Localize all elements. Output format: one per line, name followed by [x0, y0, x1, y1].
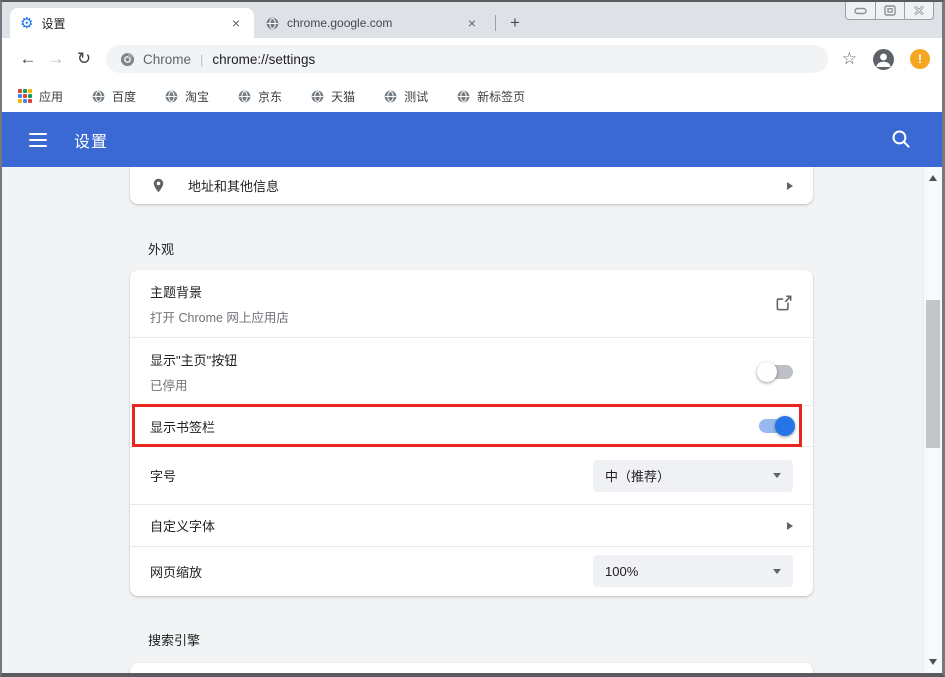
bookmark-apps[interactable]: 应用 — [18, 88, 63, 105]
bookmark-label: 新标签页 — [477, 88, 525, 105]
new-tab-button[interactable]: + — [503, 11, 527, 35]
scrollbar[interactable] — [923, 167, 942, 673]
bookmark-item[interactable]: 京东 — [238, 88, 282, 105]
highlight-box — [132, 404, 802, 447]
globe-icon — [311, 90, 324, 103]
address-bar[interactable]: Chrome | chrome://settings — [106, 45, 828, 73]
gear-icon: ⚙ — [20, 16, 33, 31]
update-alert-badge[interactable]: ! — [910, 49, 930, 69]
font-size-select[interactable]: 中（推荐） — [593, 460, 793, 492]
tab-chrome-google-com[interactable]: chrome.google.com × — [256, 8, 490, 38]
toolbar-right: ☆ ! — [842, 49, 930, 70]
tab-title: 设置 — [41, 15, 228, 32]
globe-icon — [92, 90, 105, 103]
close-icon[interactable]: × — [464, 15, 480, 31]
menu-icon[interactable] — [29, 133, 47, 147]
section-title-search-engine: 搜索引擎 — [148, 630, 200, 649]
row-customize-fonts[interactable]: 自定义字体 — [130, 505, 813, 547]
scroll-down-icon[interactable] — [929, 659, 937, 665]
select-value: 100% — [605, 564, 638, 579]
toggle-show-bookmarks-bar[interactable] — [759, 419, 793, 433]
row-sublabel: 打开 Chrome 网上应用店 — [150, 307, 289, 326]
settings-header: 设置 — [2, 112, 942, 167]
reload-button[interactable]: ↻ — [70, 45, 98, 73]
row-label: 网页缩放 — [150, 562, 202, 581]
row-label: 主题背景 — [150, 282, 289, 301]
apps-grid-icon — [18, 89, 32, 103]
row-label: 字号 — [150, 466, 176, 485]
close-button[interactable] — [904, 2, 933, 19]
bookmark-label: 百度 — [112, 88, 136, 105]
caret-down-icon — [773, 473, 781, 478]
row-label: 显示书签栏 — [150, 417, 215, 436]
person-icon — [873, 49, 894, 70]
back-button[interactable]: ← — [14, 45, 42, 73]
globe-icon — [384, 90, 397, 103]
toggle-show-home-button[interactable] — [759, 365, 793, 379]
tab-title: chrome.google.com — [287, 16, 464, 30]
minimize-icon — [854, 7, 867, 15]
row-page-zoom: 网页缩放 100% — [130, 547, 813, 595]
row-label: 显示"主页"按钮 — [150, 350, 237, 369]
caret-down-icon — [773, 569, 781, 574]
addresses-card: 地址和其他信息 — [130, 167, 813, 204]
window-controls — [845, 2, 934, 20]
row-show-home-button[interactable]: 显示"主页"按钮 已停用 — [130, 338, 813, 406]
row-font-size: 字号 中（推荐） — [130, 447, 813, 505]
maximize-button[interactable] — [875, 2, 904, 19]
scrollbar-thumb[interactable] — [926, 300, 940, 448]
url-separator: | — [200, 52, 203, 67]
globe-icon — [266, 17, 279, 30]
tab-separator — [495, 15, 496, 31]
bookmarks-bar: 应用 百度 淘宝 京东 天猫 测试 新标签页 — [2, 80, 942, 112]
bookmark-item[interactable]: 百度 — [92, 88, 136, 105]
bookmark-item[interactable]: 新标签页 — [457, 88, 525, 105]
location-pin-icon — [150, 177, 167, 194]
tab-settings[interactable]: ⚙ 设置 × — [10, 8, 254, 38]
chevron-right-icon — [787, 522, 793, 530]
chrome-logo-icon — [120, 52, 135, 67]
bookmark-item[interactable]: 淘宝 — [165, 88, 209, 105]
bookmark-label: 测试 — [404, 88, 428, 105]
bookmark-label: 淘宝 — [185, 88, 209, 105]
search-engine-card — [130, 663, 813, 673]
bookmark-item[interactable]: 测试 — [384, 88, 428, 105]
page-title: 设置 — [74, 128, 108, 152]
row-sublabel: 已停用 — [150, 375, 237, 394]
globe-icon — [238, 90, 251, 103]
settings-content: 地址和其他信息 外观 主题背景 打开 Chrome 网上应用店 显示"主页"按钮… — [2, 167, 942, 673]
page-zoom-select[interactable]: 100% — [593, 555, 793, 587]
profile-avatar[interactable] — [873, 49, 894, 70]
bookmark-item[interactable]: 天猫 — [311, 88, 355, 105]
open-in-new-icon — [774, 294, 793, 313]
minimize-button[interactable] — [846, 2, 875, 19]
row-addresses[interactable]: 地址和其他信息 — [130, 167, 813, 204]
close-icon[interactable]: × — [228, 15, 244, 31]
tab-strip: ⚙ 设置 × chrome.google.com × + — [2, 2, 942, 38]
chevron-right-icon — [787, 182, 793, 190]
bookmark-star-icon[interactable]: ☆ — [842, 49, 857, 69]
row-theme[interactable]: 主题背景 打开 Chrome 网上应用店 — [130, 270, 813, 338]
globe-icon — [457, 90, 470, 103]
bookmark-label: 天猫 — [331, 88, 355, 105]
bookmark-label: 京东 — [258, 88, 282, 105]
row-show-bookmarks-bar[interactable]: 显示书签栏 — [130, 406, 813, 447]
row-label: 地址和其他信息 — [188, 176, 279, 195]
forward-button[interactable]: → — [42, 45, 70, 73]
section-title-appearance: 外观 — [148, 239, 174, 258]
bookmark-label: 应用 — [39, 88, 63, 105]
browser-toolbar: ← → ↻ Chrome | chrome://settings ☆ ! — [2, 38, 942, 80]
row-label: 自定义字体 — [150, 516, 215, 535]
search-icon[interactable] — [890, 128, 912, 150]
maximize-icon — [884, 5, 896, 16]
globe-icon — [165, 90, 178, 103]
close-icon — [913, 5, 925, 16]
url-scheme: Chrome — [143, 52, 191, 67]
appearance-card: 主题背景 打开 Chrome 网上应用店 显示"主页"按钮 已停用 显示书签栏 — [130, 270, 813, 596]
select-value: 中（推荐） — [605, 466, 670, 485]
url-text: chrome://settings — [212, 52, 315, 67]
scroll-up-icon[interactable] — [929, 175, 937, 181]
